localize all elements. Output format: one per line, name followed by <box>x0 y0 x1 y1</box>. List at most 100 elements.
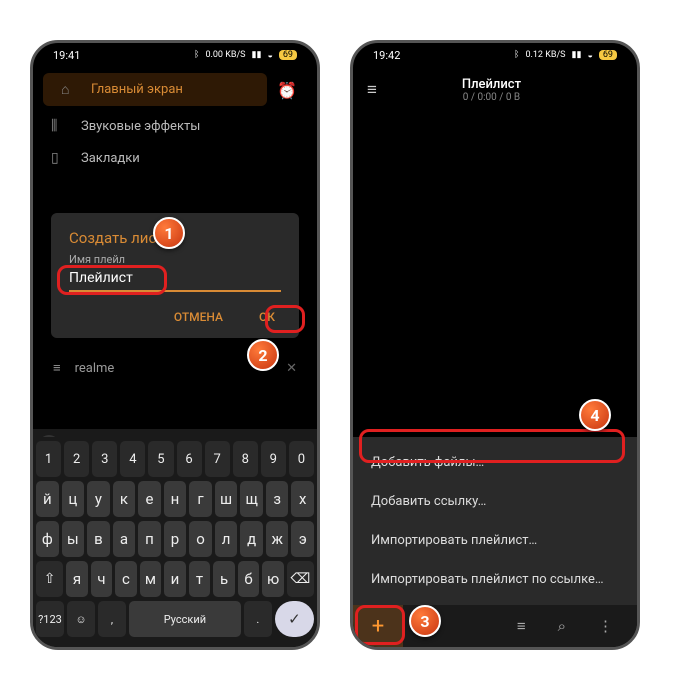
ok-button[interactable]: ОК <box>253 306 281 328</box>
key-б[interactable]: б <box>238 561 260 597</box>
key-ь[interactable]: ь <box>213 561 235 597</box>
search-icon[interactable]: ⌕ <box>558 617 566 635</box>
sheet-item-import-link[interactable]: Импортировать плейлист по ссылке… <box>353 560 637 599</box>
key-5[interactable]: 5 <box>148 441 173 477</box>
status-time: 19:41 <box>53 49 80 62</box>
cancel-button[interactable]: ОТМЕНА <box>168 306 229 328</box>
dialog-buttons: ОТМЕНА ОК <box>69 306 281 328</box>
key-й[interactable]: й <box>36 481 59 517</box>
key-ю[interactable]: ю <box>262 561 284 597</box>
status-icons: ᛒ 0.00 KB/S ▮▮ ◒ 69 <box>194 50 297 61</box>
kb-row-2: фывапролджэ <box>36 521 314 557</box>
dialog-field-label: Имя плейл <box>69 253 281 266</box>
key-щ[interactable]: щ <box>240 481 263 517</box>
bt-icon: ᛒ <box>194 50 199 60</box>
app-header: ≡ Плейлист 0 / 0:00 / 0 B <box>353 67 637 113</box>
list-icon: ≡ <box>53 360 61 376</box>
playlist-name-input[interactable]: Плейлист <box>69 268 281 292</box>
sheet-item-import[interactable]: Импортировать плейлист… <box>353 521 637 560</box>
list-item[interactable]: ≡ realme ✕ <box>33 350 317 386</box>
key-4[interactable]: 4 <box>120 441 145 477</box>
comma-key[interactable]: , <box>98 601 126 637</box>
bt-icon: ᛒ <box>514 50 519 60</box>
key-2[interactable]: 2 <box>64 441 89 477</box>
menu-item-home[interactable]: ⌂ Главный экран <box>43 73 267 106</box>
sort-icon[interactable]: ≡ <box>517 617 526 635</box>
signal-icon: ▮▮ <box>252 50 262 60</box>
kb-row-3: ⇧ ячсмитьбю ⌫ <box>36 561 314 597</box>
add-menu-sheet: Добавить файлы… Добавить ссылку… Импорти… <box>353 437 637 605</box>
home-icon: ⌂ <box>61 81 77 98</box>
battery-badge: 69 <box>599 50 617 60</box>
key-7[interactable]: 7 <box>205 441 230 477</box>
key-г[interactable]: г <box>189 481 212 517</box>
key-6[interactable]: 6 <box>177 441 202 477</box>
bookmark-icon: ▯ <box>51 150 67 166</box>
key-м[interactable]: м <box>140 561 162 597</box>
key-ц[interactable]: ц <box>62 481 85 517</box>
key-э[interactable]: э <box>291 521 314 557</box>
more-icon[interactable]: ⋮ <box>598 617 613 635</box>
keyboard: 1234567890 йцукенгшщзх фывапролджэ ⇧ ячс… <box>33 437 317 647</box>
step-badge-4: 4 <box>579 399 611 431</box>
key-ф[interactable]: ф <box>36 521 59 557</box>
key-л[interactable]: л <box>215 521 238 557</box>
kb-row-bottom: ?123 ☺ , Русский . ✓ <box>36 601 314 637</box>
key-т[interactable]: т <box>189 561 211 597</box>
key-н[interactable]: н <box>164 481 187 517</box>
close-icon[interactable]: ✕ <box>286 361 297 376</box>
key-р[interactable]: р <box>164 521 187 557</box>
key-д[interactable]: д <box>240 521 263 557</box>
key-у[interactable]: у <box>87 481 110 517</box>
status-icons: ᛒ 0.12 KB/S ▮▮ ◒ 69 <box>514 50 617 61</box>
key-я[interactable]: я <box>66 561 88 597</box>
menu-item-bookmarks[interactable]: ▯ Закладки <box>33 142 317 174</box>
key-0[interactable]: 0 <box>289 441 314 477</box>
key-с[interactable]: с <box>115 561 137 597</box>
key-к[interactable]: к <box>113 481 136 517</box>
key-ж[interactable]: ж <box>266 521 289 557</box>
subtitle-text: 0 / 0:00 / 0 B <box>391 92 592 103</box>
key-1[interactable]: 1 <box>36 441 61 477</box>
space-key[interactable]: Русский <box>129 601 241 637</box>
menu-item-fx[interactable]: ⫼ Звуковые эффекты <box>33 110 317 142</box>
status-time: 19:42 <box>373 49 400 62</box>
net-speed: 0.12 KB/S <box>525 50 565 60</box>
key-з[interactable]: з <box>266 481 289 517</box>
kb-row-1: йцукенгшщзх <box>36 481 314 517</box>
key-3[interactable]: 3 <box>92 441 117 477</box>
key-ш[interactable]: ш <box>215 481 238 517</box>
status-bar: 19:42 ᛒ 0.12 KB/S ▮▮ ◒ 69 <box>353 43 637 67</box>
kb-row-3-letters: ячсмитьбю <box>66 561 284 597</box>
toolbar-icons: ≡ ⌕ ⋮ <box>403 617 637 635</box>
key-а[interactable]: а <box>113 521 136 557</box>
add-button[interactable]: + <box>353 605 403 647</box>
create-playlist-dialog: Создать лист Имя плейл Плейлист ОТМЕНА О… <box>51 213 299 338</box>
battery-badge: 69 <box>279 50 297 60</box>
alarm-icon[interactable]: ⏰ <box>277 81 297 100</box>
key-х[interactable]: х <box>291 481 314 517</box>
net-speed: 0.00 KB/S <box>205 50 245 60</box>
hamburger-icon[interactable]: ≡ <box>367 80 377 100</box>
sheet-item-add-files[interactable]: Добавить файлы… <box>353 443 637 482</box>
menu-label: Звуковые эффекты <box>81 119 200 134</box>
key-ч[interactable]: ч <box>91 561 113 597</box>
period-key[interactable]: . <box>244 601 272 637</box>
key-е[interactable]: е <box>138 481 161 517</box>
key-о[interactable]: о <box>189 521 212 557</box>
key-8[interactable]: 8 <box>233 441 258 477</box>
list-label: realme <box>75 361 115 376</box>
bottom-toolbar: + ≡ ⌕ ⋮ <box>353 605 637 647</box>
symbols-key[interactable]: ?123 <box>36 601 64 637</box>
enter-key[interactable]: ✓ <box>275 601 314 637</box>
key-ы[interactable]: ы <box>62 521 85 557</box>
drawer-menu: ⌂ Главный экран ⫼ Звуковые эффекты ▯ Зак… <box>33 67 317 174</box>
sheet-item-add-link[interactable]: Добавить ссылку… <box>353 482 637 521</box>
key-и[interactable]: и <box>164 561 186 597</box>
key-9[interactable]: 9 <box>261 441 286 477</box>
key-в[interactable]: в <box>87 521 110 557</box>
backspace-key[interactable]: ⌫ <box>287 561 314 597</box>
shift-key[interactable]: ⇧ <box>36 561 63 597</box>
emoji-key[interactable]: ☺ <box>67 601 95 637</box>
key-п[interactable]: п <box>138 521 161 557</box>
